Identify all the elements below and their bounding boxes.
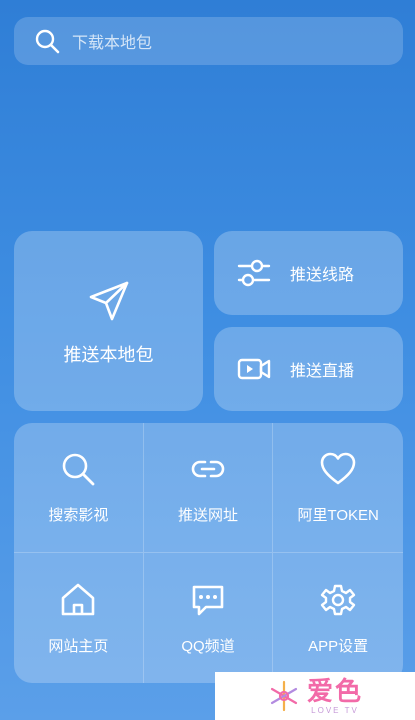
video-camera-icon — [237, 358, 271, 380]
sliders-icon — [237, 259, 271, 287]
watermark-logo: 爱色 LOVE TV — [215, 672, 415, 720]
push-url-label: 推送网址 — [177, 507, 238, 524]
heart-icon — [320, 452, 356, 485]
search-placeholder: 下载本地包 — [72, 35, 153, 52]
search-media-label: 搜索影视 — [48, 507, 109, 524]
app-settings-button[interactable]: APP设置 — [273, 553, 403, 683]
home-icon — [62, 583, 95, 615]
qq-channel-button[interactable]: QQ频道 — [144, 553, 274, 683]
push-live-button[interactable]: 推送直播 — [214, 327, 403, 411]
search-icon — [63, 453, 95, 486]
chat-icon — [192, 585, 224, 615]
push-local-package-label: 推送本地包 — [63, 345, 154, 365]
push-route-label: 推送线路 — [290, 267, 355, 284]
website-home-button[interactable]: 网站主页 — [14, 553, 144, 683]
send-icon — [89, 281, 128, 321]
app-settings-label: APP设置 — [308, 637, 369, 655]
ali-token-label: 阿里TOKEN — [297, 507, 379, 524]
feature-grid: 搜索影视 推送网址 阿里TOKEN 网站主页 QQ频道 APP设置 — [14, 423, 403, 683]
search-bar[interactable]: 下载本地包 — [14, 17, 403, 65]
ali-token-button[interactable]: 阿里TOKEN — [273, 423, 403, 553]
website-home-label: 网站主页 — [48, 637, 109, 655]
push-local-package-button[interactable]: 推送本地包 — [14, 231, 203, 411]
watermark-main-text: 爱色 — [306, 675, 363, 706]
link-icon — [191, 460, 225, 478]
gear-icon — [320, 584, 356, 615]
search-icon — [35, 29, 60, 54]
watermark-sub-text: LOVE TV — [311, 705, 359, 715]
qq-channel-label: QQ频道 — [181, 637, 235, 655]
search-media-button[interactable]: 搜索影视 — [14, 423, 144, 553]
push-live-label: 推送直播 — [290, 363, 355, 380]
push-route-button[interactable]: 推送线路 — [214, 231, 403, 315]
snowflake-icon — [270, 680, 298, 712]
push-url-button[interactable]: 推送网址 — [143, 423, 274, 553]
